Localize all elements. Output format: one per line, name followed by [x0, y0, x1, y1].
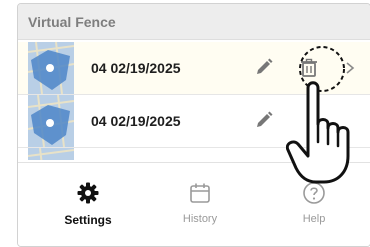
pencil-icon[interactable] — [252, 56, 276, 80]
gear-icon — [77, 182, 99, 204]
fence-map-thumbnail — [28, 148, 74, 160]
fence-date: 04 02/19/2025 — [91, 60, 181, 76]
pencil-icon[interactable] — [252, 109, 276, 133]
app-screen: Virtual Fence 04 02/19/2025 04 02/19/202… — [17, 3, 370, 247]
tab-settings[interactable]: Settings — [48, 163, 128, 246]
calendar-icon — [190, 183, 210, 203]
tab-label: History — [182, 213, 218, 225]
tab-label: Help — [302, 213, 326, 225]
tab-label: Settings — [64, 213, 112, 227]
fence-map-thumbnail — [28, 95, 74, 147]
tab-history[interactable]: History — [160, 163, 240, 246]
section-header: Virtual Fence — [18, 4, 370, 40]
hand-pointer-icon — [286, 81, 350, 184]
fence-date: 04 02/19/2025 — [91, 113, 181, 129]
fence-map-thumbnail — [28, 42, 74, 94]
section-title: Virtual Fence — [28, 14, 116, 30]
